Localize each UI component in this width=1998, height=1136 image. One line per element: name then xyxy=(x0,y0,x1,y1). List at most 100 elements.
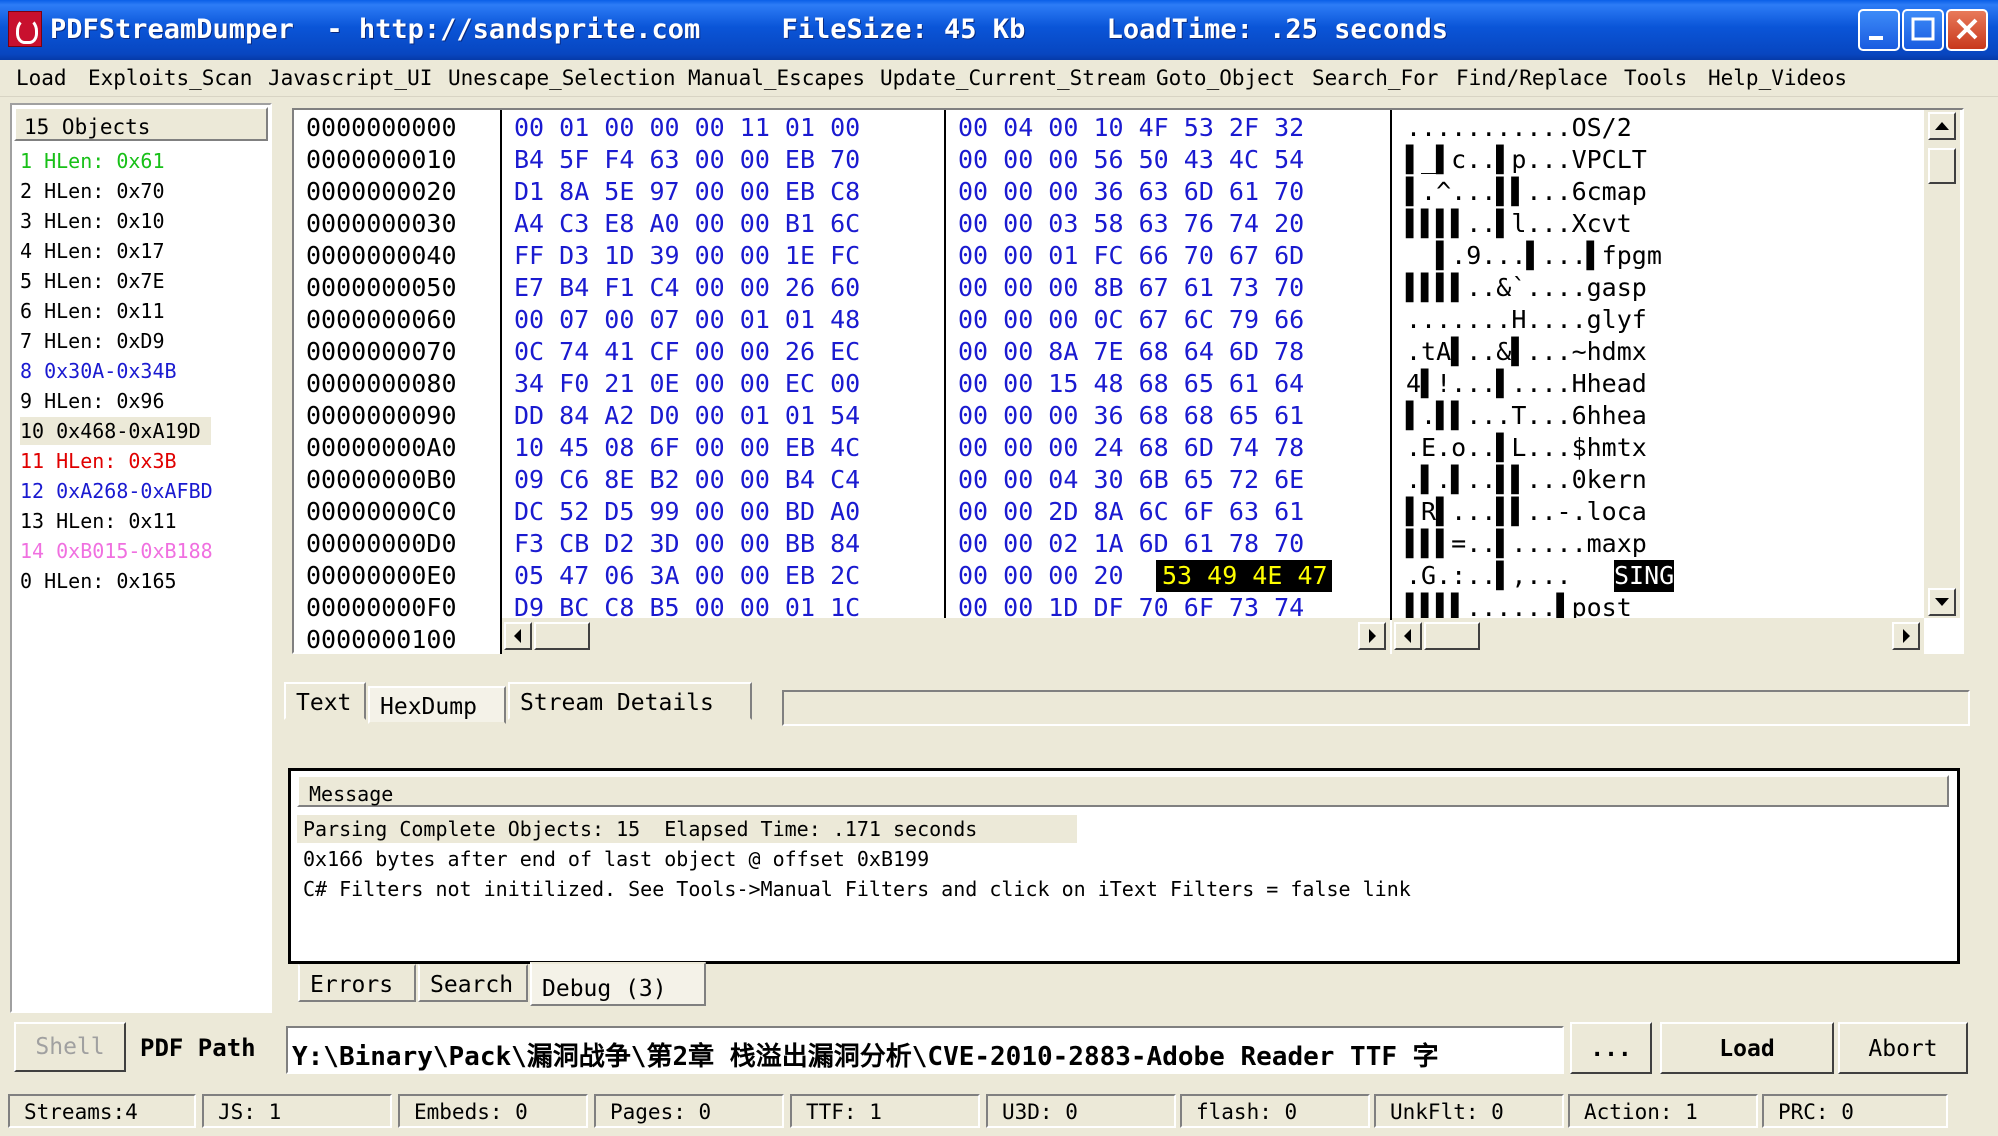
hex-horizontal-scrollbar[interactable] xyxy=(502,618,1390,654)
object-item[interactable]: 3 HLen: 0x10 xyxy=(20,207,165,235)
object-item[interactable]: 12 0xA268-0xAFBD xyxy=(20,477,213,505)
message-line: 0x166 bytes after end of last object @ o… xyxy=(303,847,930,871)
tab-search[interactable]: Search xyxy=(418,964,528,1002)
hex-ascii: .E.o..▌L...$hmtx xyxy=(1406,433,1647,462)
object-item[interactable]: 2 HLen: 0x70 xyxy=(20,177,165,205)
hex-bytes-highlight: 53 49 4E 47 xyxy=(1156,560,1332,592)
object-item[interactable]: 5 HLen: 0x7E xyxy=(20,267,165,295)
hex-bytes: 00 00 8A 7E 68 64 6D 78 xyxy=(958,337,1305,366)
menu-manual-escapes[interactable]: Manual_Escapes xyxy=(688,66,865,90)
object-item[interactable]: 14 0xB015-0xB188 xyxy=(20,537,213,565)
scroll-left-button[interactable] xyxy=(504,622,532,650)
menu-bar: Load Exploits_Scan Javascript_UI Unescap… xyxy=(0,60,1998,97)
hex-offset: 0000000020 xyxy=(306,177,457,206)
object-item[interactable]: 4 HLen: 0x17 xyxy=(20,237,165,265)
menu-tools[interactable]: Tools xyxy=(1624,66,1687,90)
hex-offset: 0000000090 xyxy=(306,401,457,430)
close-button[interactable] xyxy=(1946,9,1988,51)
menu-find-replace[interactable]: Find/Replace xyxy=(1456,66,1608,90)
menu-javascript-ui[interactable]: Javascript_UI xyxy=(268,66,432,90)
arrow-left-icon xyxy=(514,629,521,643)
status-prc: PRC: 0 xyxy=(1762,1094,1948,1128)
pdf-path-input[interactable]: Y:\Binary\Pack\漏洞战争\第2章 栈溢出漏洞分析\CVE-2010… xyxy=(286,1026,1564,1074)
scroll-thumb[interactable] xyxy=(1424,622,1480,650)
menu-update-current-stream[interactable]: Update_Current_Stream xyxy=(880,66,1146,90)
menu-unescape-selection[interactable]: Unescape_Selection xyxy=(448,66,676,90)
hex-offset: 0000000050 xyxy=(306,273,457,302)
object-item[interactable]: 6 HLen: 0x11 xyxy=(20,297,165,325)
hex-offset: 0000000030 xyxy=(306,209,457,238)
scroll-left-button[interactable] xyxy=(1394,622,1422,650)
object-item[interactable]: 1 HLen: 0x61 xyxy=(20,147,165,175)
hex-offset: 0000000080 xyxy=(306,369,457,398)
title-bar[interactable]: PDFStreamDumper - http://sandsprite.com … xyxy=(0,0,1998,60)
minimize-button[interactable] xyxy=(1858,9,1900,51)
hex-bytes: 00 04 00 10 4F 53 2F 32 xyxy=(958,113,1305,142)
status-pages: Pages: 0 xyxy=(594,1094,784,1128)
message-panel[interactable]: Message Parsing Complete Objects: 15 Ela… xyxy=(288,768,1960,964)
menu-help-videos[interactable]: Help_Videos xyxy=(1708,66,1847,90)
hex-offset: 0000000070 xyxy=(306,337,457,366)
scroll-thumb[interactable] xyxy=(1928,148,1956,184)
status-u3d: U3D: 0 xyxy=(986,1094,1176,1128)
shell-button[interactable]: Shell xyxy=(14,1022,126,1072)
hex-bytes: DD 84 A2 D0 00 01 01 54 xyxy=(514,401,861,430)
object-list[interactable]: 15 Objects 1 HLen: 0x61 2 HLen: 0x70 3 HLe… xyxy=(10,103,272,1013)
ascii-horizontal-scrollbar[interactable] xyxy=(1392,618,1924,654)
tab-stream-details[interactable]: Stream Details xyxy=(508,682,752,720)
tab-debug[interactable]: Debug (3) xyxy=(530,962,706,1006)
hex-offset: 00000000C0 xyxy=(306,497,457,526)
status-ttf: TTF: 1 xyxy=(790,1094,980,1128)
hex-bytes: 10 45 08 6F 00 00 EB 4C xyxy=(514,433,861,462)
hex-ascii: ▌▌▌▌..▌l...Xcvt xyxy=(1406,209,1647,238)
hex-bytes: 00 00 03 58 63 76 74 20 xyxy=(958,209,1305,238)
scroll-down-button[interactable] xyxy=(1928,588,1956,616)
hex-bytes: F3 CB D2 3D 00 00 BB 84 xyxy=(514,529,861,558)
minimize-icon xyxy=(1869,36,1883,40)
hex-offset: 00000000F0 xyxy=(306,593,457,622)
hex-bytes: A4 C3 E8 A0 00 00 B1 6C xyxy=(514,209,861,238)
object-item[interactable]: 11 HLen: 0x3B xyxy=(20,447,177,475)
menu-exploits-scan[interactable]: Exploits_Scan xyxy=(88,66,252,90)
browse-button[interactable]: ... xyxy=(1570,1022,1652,1074)
hex-ascii: .......H....glyf xyxy=(1406,305,1647,334)
object-item[interactable]: 13 HLen: 0x11 xyxy=(20,507,177,535)
scroll-right-button[interactable] xyxy=(1358,622,1386,650)
object-item[interactable]: 8 0x30A-0x34B xyxy=(20,357,177,385)
hex-bytes: E7 B4 F1 C4 00 00 26 60 xyxy=(514,273,861,302)
hex-bytes: D1 8A 5E 97 00 00 EB C8 xyxy=(514,177,861,206)
hex-bytes: 00 00 00 36 68 68 65 61 xyxy=(958,401,1305,430)
maximize-button[interactable] xyxy=(1902,9,1944,51)
object-item[interactable]: 9 HLen: 0x96 xyxy=(20,387,165,415)
hex-bytes: 00 00 2D 8A 6C 6F 63 61 xyxy=(958,497,1305,526)
tab-hexdump[interactable]: HexDump xyxy=(368,686,506,724)
hex-view[interactable]: 0000000000 00 01 00 00 00 11 01 00 00 04 0… xyxy=(292,108,1964,654)
arrow-up-icon xyxy=(1935,122,1949,130)
hex-ascii: 4▌!...▌....Hhead xyxy=(1406,369,1647,398)
object-item[interactable]: 10 0x468-0xA19D xyxy=(20,417,211,445)
menu-load[interactable]: Load xyxy=(16,66,67,90)
hex-ascii: .▌.▌..▌▌...0kern xyxy=(1406,465,1647,494)
hex-ascii: ▌.^...▌▌...6cmap xyxy=(1406,177,1647,206)
object-list-header: 15 Objects xyxy=(14,107,268,141)
hex-offset: 00000000A0 xyxy=(306,433,457,462)
menu-search-for[interactable]: Search_For xyxy=(1312,66,1438,90)
hex-offset: 0000000010 xyxy=(306,145,457,174)
status-embeds: Embeds: 0 xyxy=(398,1094,588,1128)
object-item[interactable]: 0 HLen: 0x165 xyxy=(20,567,177,595)
maximize-icon xyxy=(1911,17,1935,41)
hex-ascii: .G.:..▌,... xyxy=(1406,561,1587,590)
menu-goto-object[interactable]: Goto_Object xyxy=(1156,66,1295,90)
tab-text[interactable]: Text xyxy=(284,682,366,720)
tab-errors[interactable]: Errors xyxy=(298,964,416,1002)
stream-status-strip xyxy=(782,690,1970,726)
scroll-thumb[interactable] xyxy=(534,622,590,650)
scroll-up-button[interactable] xyxy=(1928,112,1956,140)
hex-vertical-scrollbar[interactable] xyxy=(1924,110,1960,618)
object-item[interactable]: 7 HLen: 0xD9 xyxy=(20,327,165,355)
hex-ascii: ▌▌▌=..▌.....maxp xyxy=(1406,529,1647,558)
arrow-right-icon xyxy=(1369,629,1376,643)
load-button[interactable]: Load xyxy=(1660,1022,1834,1074)
scroll-right-button[interactable] xyxy=(1892,622,1920,650)
abort-button[interactable]: Abort xyxy=(1838,1022,1968,1074)
